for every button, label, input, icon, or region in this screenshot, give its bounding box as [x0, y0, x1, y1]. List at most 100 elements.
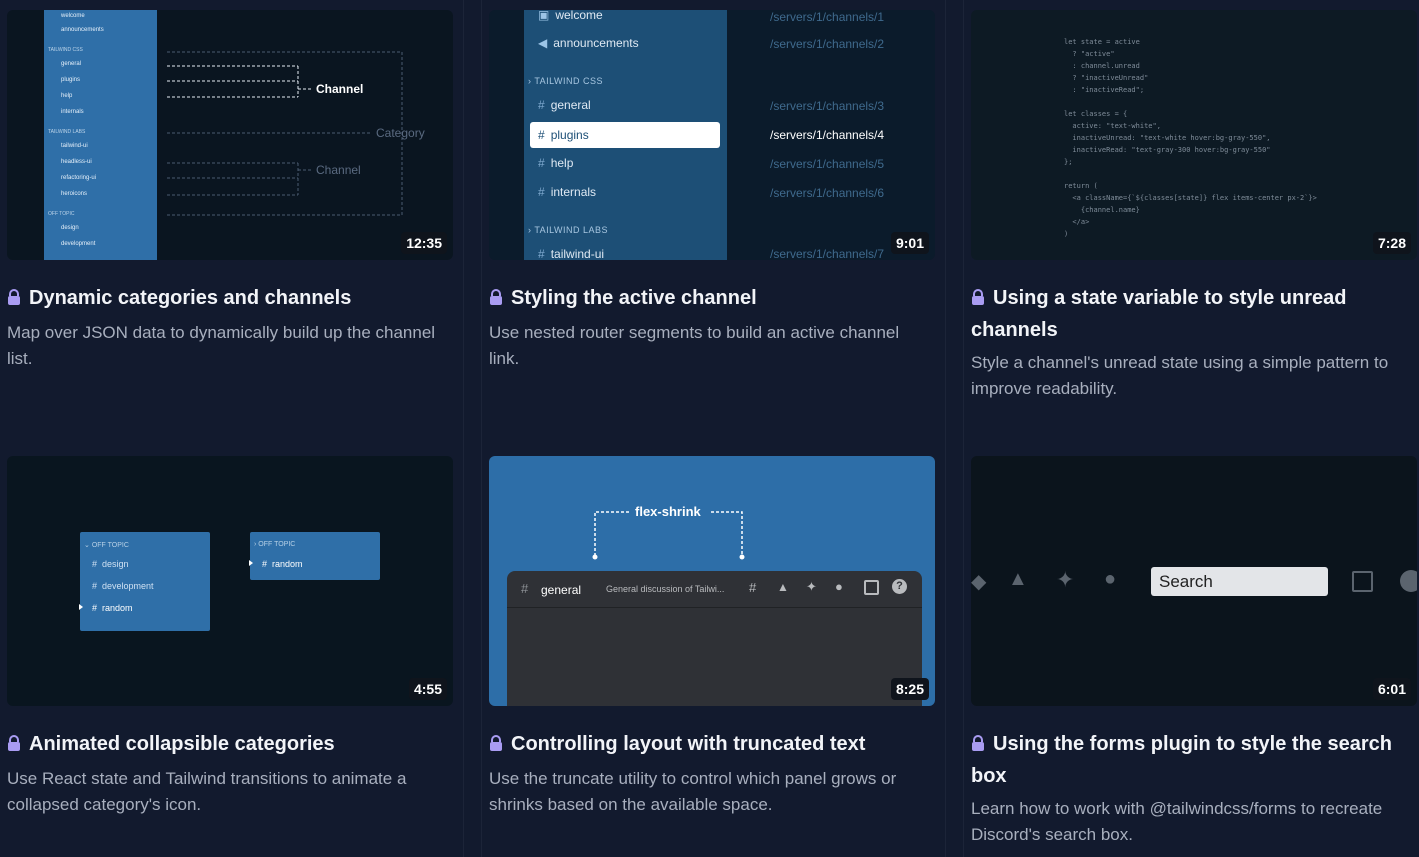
column-divider	[945, 0, 946, 857]
category-header: › OFF TOPIC	[254, 541, 296, 548]
search-input[interactable]: Search	[1151, 567, 1328, 596]
code-line: inactiveRead: "text-gray-300 hover:bg-gr…	[1064, 146, 1271, 154]
threads-icon[interactable]: #	[749, 580, 756, 595]
duration-badge: 6:01	[1372, 678, 1411, 700]
channel-name: general	[541, 583, 582, 597]
duration-badge: 12:35	[401, 232, 447, 254]
channel-item: # general	[538, 98, 591, 112]
threads-icon[interactable]: ◆	[971, 569, 986, 594]
lesson-description: Use React state and Tailwind transitions…	[7, 769, 407, 814]
code-line: </a>	[1064, 218, 1090, 226]
members-icon[interactable]: ●	[835, 579, 843, 594]
help-icon[interactable]	[1400, 570, 1417, 592]
help-icon[interactable]: ?	[892, 579, 907, 594]
column-divider	[963, 0, 964, 857]
category-panel-expanded: ⌄ OFF TOPIC # design # development # random	[79, 532, 210, 631]
route-path: /servers/1/channels/7	[770, 247, 885, 260]
channel-item: # random	[262, 559, 303, 569]
channel-item: ◀ announcements	[538, 36, 639, 50]
hash-icon: #	[521, 581, 529, 596]
category-header: › TAILWIND LABS	[528, 225, 609, 235]
lesson-title-text: Dynamic categories and channels	[29, 287, 352, 309]
inbox-icon[interactable]	[1352, 571, 1373, 592]
pin-icon[interactable]: ✦	[806, 579, 817, 595]
lock-icon	[490, 288, 502, 305]
route-path: /servers/1/channels/1	[770, 10, 885, 24]
code-line: let classes = {	[1064, 110, 1128, 118]
code-snippet: let state = active ? "active" : channel.…	[1064, 36, 1317, 240]
code-line: : "inactiveRead";	[1064, 86, 1145, 94]
lesson-description: Style a channel's unread state using a s…	[971, 353, 1389, 398]
channel-header: # general General discussion of Tailwi..…	[507, 571, 922, 608]
code-line: <a className={`${classes[state]} flex it…	[1064, 194, 1317, 202]
code-line: : channel.unread	[1064, 62, 1140, 70]
bell-icon[interactable]: ▲	[777, 580, 789, 594]
bell-icon[interactable]: ▲	[1008, 568, 1028, 591]
route-path: /servers/1/channels/6	[770, 186, 885, 200]
flex-shrink-label: flex-shrink	[635, 504, 701, 519]
channel-topic: General discussion of Tailwi...	[606, 584, 725, 594]
video-thumbnail[interactable]: flex-shrink # general General discussion…	[489, 456, 935, 706]
column-divider	[481, 0, 482, 857]
unread-indicator	[79, 604, 83, 610]
pin-icon[interactable]: ✦	[1056, 567, 1074, 593]
lesson-title[interactable]: Controlling layout with truncated text	[489, 728, 935, 760]
lesson-description: Use the truncate utility to control whic…	[489, 769, 897, 814]
video-thumbnail[interactable]: welcome announcements TAILWIND CSS general p…	[7, 10, 453, 260]
active-channel-item: # plugins	[530, 122, 720, 148]
members-icon[interactable]: ●	[1104, 568, 1116, 591]
label-channel: Channel	[316, 163, 361, 177]
video-thumbnail[interactable]: ⌄ OFF TOPIC # design # development # random…	[7, 456, 453, 706]
lesson-title[interactable]: Dynamic categories and channels	[7, 282, 453, 314]
discord-channel-window: # general General discussion of Tailwi..…	[507, 571, 922, 706]
category-panel-collapsed: › OFF TOPIC # random	[249, 532, 380, 580]
route-path: /servers/1/channels/5	[770, 157, 885, 171]
lesson-title[interactable]: Animated collapsible categories	[7, 728, 453, 760]
lesson-description: Use nested router segments to build an a…	[489, 323, 900, 368]
lock-icon	[972, 288, 984, 305]
lesson-title-text: Using a state variable to style unread c…	[971, 287, 1347, 341]
video-thumbnail[interactable]: ◆ ▲ ✦ ● Search 6:01	[971, 456, 1417, 706]
duration-badge: 8:25	[890, 678, 929, 700]
code-line: };	[1064, 158, 1073, 166]
channel-item: # internals	[538, 185, 597, 199]
channel-item: # help	[538, 156, 574, 170]
duration-badge: 7:28	[1372, 232, 1411, 254]
lock-icon	[972, 734, 984, 751]
route-path: /servers/1/channels/4	[770, 128, 885, 142]
column-divider	[463, 0, 464, 857]
lesson-title[interactable]: Using a state variable to style unread c…	[971, 282, 1411, 346]
channel-item: # random	[92, 603, 133, 613]
label-category: Category	[376, 126, 425, 140]
video-thumbnail[interactable]: ▣ welcome ◀ announcements › TAILWIND CSS #…	[489, 10, 935, 260]
lesson-description: Learn how to work with @tailwindcss/form…	[971, 799, 1383, 844]
inbox-icon[interactable]	[864, 580, 879, 595]
lesson-title-text: Controlling layout with truncated text	[511, 733, 866, 755]
lesson-title-text: Animated collapsible categories	[29, 733, 335, 755]
channel-item: # design	[92, 559, 129, 569]
lock-icon	[8, 288, 20, 305]
code-line: ? "active"	[1064, 50, 1115, 58]
channel-item: # development	[92, 581, 154, 591]
code-line: ? "inactiveUnread"	[1064, 74, 1149, 82]
channel-item: ▣ welcome	[538, 10, 603, 22]
search-input-value: Search	[1159, 572, 1213, 591]
lesson-title[interactable]: Using the forms plugin to style the sear…	[971, 728, 1411, 792]
lesson-title-text: Using the forms plugin to style the sear…	[971, 733, 1392, 787]
category-header: ⌄ OFF TOPIC	[84, 542, 129, 549]
duration-badge: 9:01	[890, 232, 929, 254]
channel-item: # tailwind-ui	[538, 247, 605, 260]
video-thumbnail[interactable]: let state = active ? "active" : channel.…	[971, 10, 1417, 260]
code-line: active: "text-white",	[1064, 122, 1161, 130]
code-line: inactiveUnread: "text-white hover:bg-gra…	[1064, 134, 1271, 142]
lesson-title[interactable]: Styling the active channel	[489, 282, 935, 314]
route-path: /servers/1/channels/2	[770, 37, 885, 51]
sidebar-mock: ▣ welcome ◀ announcements › TAILWIND CSS #…	[524, 10, 727, 260]
code-line: return (	[1064, 182, 1098, 190]
lesson-title-text: Styling the active channel	[511, 287, 757, 309]
code-line: let state = active	[1064, 38, 1140, 46]
lesson-description: Map over JSON data to dynamically build …	[7, 323, 436, 368]
lock-icon	[8, 734, 20, 751]
